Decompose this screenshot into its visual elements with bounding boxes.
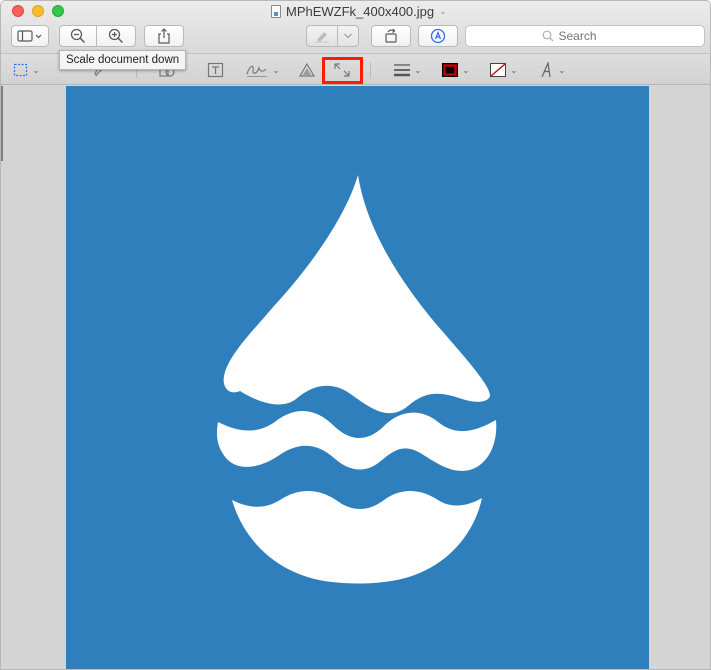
chevron-down-icon: ⌄ xyxy=(439,5,447,16)
markup-toolbar-button[interactable] xyxy=(418,25,458,47)
document-icon xyxy=(271,4,281,18)
chevron-down-icon: ⌄ xyxy=(272,64,280,75)
close-window-button[interactable] xyxy=(12,5,24,17)
share-button[interactable] xyxy=(144,25,184,47)
window-title[interactable]: MPhEWZFk_400x400.jpg ⌄ xyxy=(271,3,447,19)
text-style-button[interactable]: ⌄ xyxy=(539,60,566,80)
adjust-color-button[interactable] xyxy=(298,60,316,80)
chevron-down-icon xyxy=(344,33,352,39)
window-title-text: MPhEWZFk_400x400.jpg xyxy=(286,3,435,19)
chevron-down-icon: ⌄ xyxy=(558,64,566,75)
sidebar-icon xyxy=(17,30,42,42)
window-edge xyxy=(1,86,3,161)
text-box-icon xyxy=(207,62,224,78)
tooltip: Scale document down xyxy=(59,50,187,70)
chevron-down-icon: ⌄ xyxy=(462,64,470,75)
search-field[interactable] xyxy=(465,25,705,47)
highlighted-adjust-size-tool xyxy=(322,57,363,84)
document-canvas xyxy=(1,86,710,669)
sidebar-view-button[interactable] xyxy=(11,25,49,47)
border-color-button[interactable]: ⌄ xyxy=(441,60,470,80)
preview-window: MPhEWZFk_400x400.jpg ⌄ Search Scale docu… xyxy=(0,0,711,670)
sign-tool-button[interactable]: ⌄ xyxy=(245,60,280,80)
markup-icon xyxy=(430,28,446,44)
selection-tool-button[interactable]: ⌄ xyxy=(13,60,40,80)
chevron-down-icon: ⌄ xyxy=(32,64,40,75)
shape-style-icon xyxy=(394,64,410,77)
fill-color-button[interactable]: ⌄ xyxy=(489,60,518,80)
zoom-in-icon xyxy=(108,28,124,44)
rotate-button[interactable] xyxy=(371,25,411,47)
minimize-window-button[interactable] xyxy=(32,5,44,17)
text-style-icon xyxy=(541,62,551,78)
rect-selection-icon xyxy=(13,63,28,77)
search-input[interactable] xyxy=(558,29,629,43)
border-color-icon xyxy=(442,63,458,77)
chevron-down-icon: ⌄ xyxy=(414,64,422,75)
search-icon xyxy=(542,30,553,42)
text-tool-button[interactable] xyxy=(207,60,225,80)
highlight-button[interactable] xyxy=(306,25,338,47)
zoom-in-button[interactable] xyxy=(96,25,136,47)
document-image xyxy=(66,86,649,669)
zoom-out-button[interactable] xyxy=(59,25,97,47)
highlighter-icon xyxy=(315,32,329,43)
highlight-options-button[interactable] xyxy=(337,25,359,47)
adjust-color-icon xyxy=(298,62,316,77)
chevron-down-icon: ⌄ xyxy=(510,64,518,75)
signature-icon xyxy=(246,65,267,77)
rotate-icon xyxy=(385,28,397,43)
fill-color-icon xyxy=(490,63,506,77)
shape-style-button[interactable]: ⌄ xyxy=(393,60,422,80)
water-drop-logo xyxy=(216,175,497,584)
zoom-out-icon xyxy=(70,28,86,44)
maximize-window-button[interactable] xyxy=(52,5,64,17)
share-icon xyxy=(158,28,170,44)
title-bar: MPhEWZFk_400x400.jpg ⌄ xyxy=(1,1,710,54)
